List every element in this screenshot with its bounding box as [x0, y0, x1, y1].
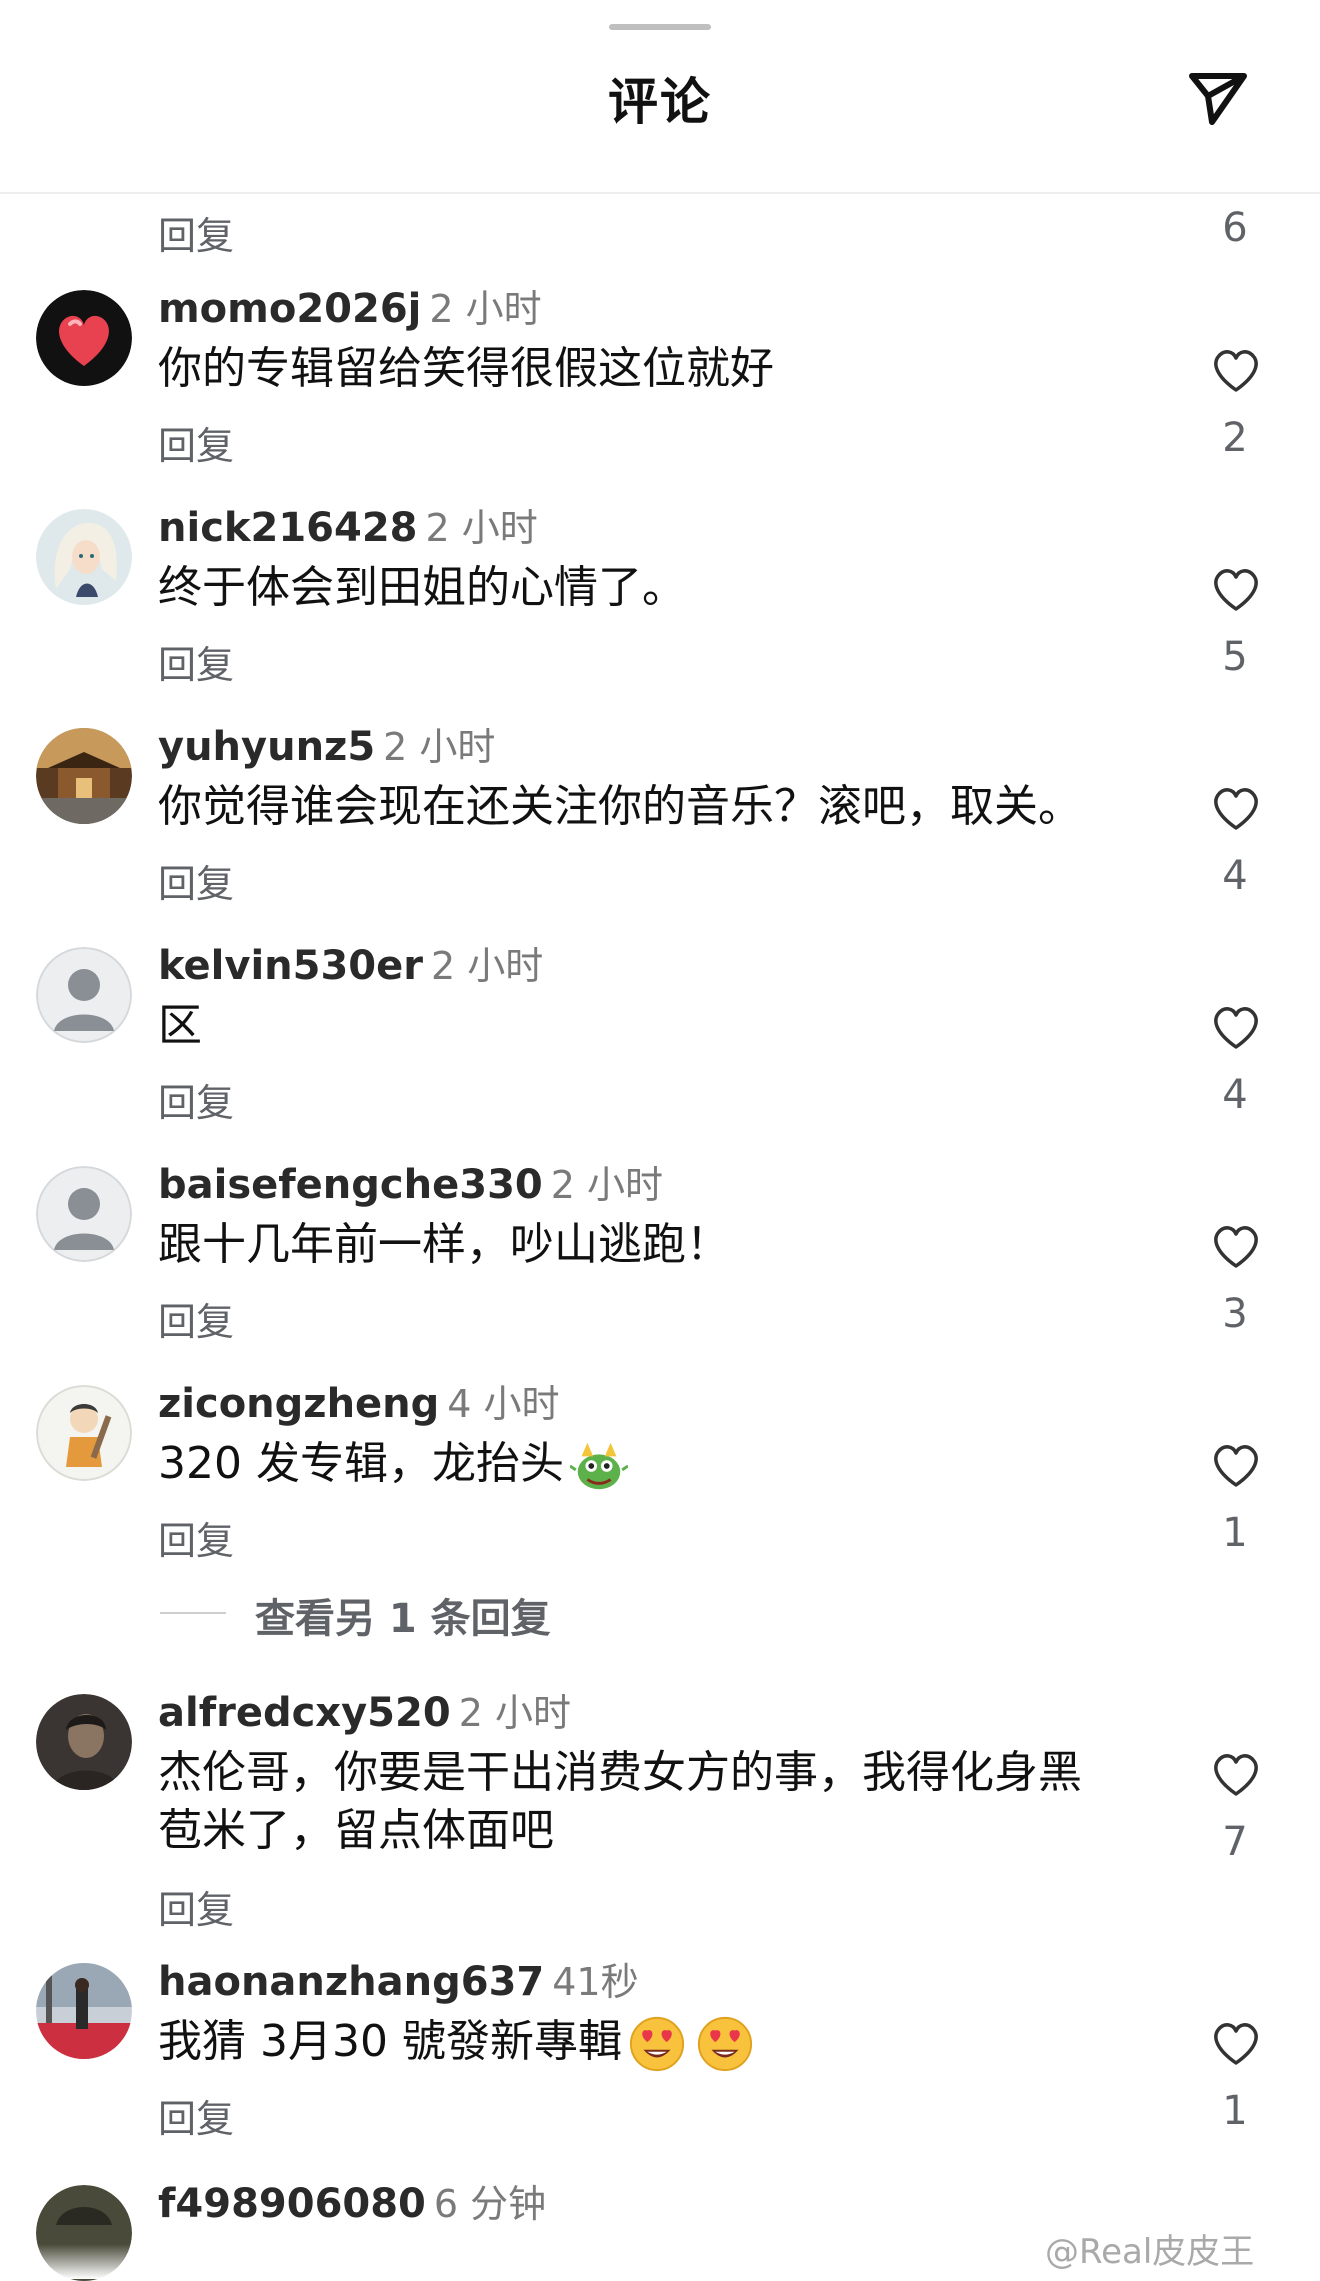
reply-button[interactable]: 回复 — [158, 1510, 234, 1565]
comment-time: 41秒 — [552, 1960, 639, 2004]
reply-button[interactable]: 回复 — [158, 1291, 234, 1346]
reply-button[interactable]: 回复 — [158, 415, 234, 470]
username[interactable]: alfredcxy520 — [158, 1690, 451, 1736]
comments-sheet: 评论 回复 6 momo2026j 2 小时 你的专辑留给笑得很假这位就好 回复 … — [0, 0, 1320, 2281]
username[interactable]: haonanzhang637 — [158, 1959, 544, 2005]
heart-icon[interactable] — [1210, 784, 1262, 832]
temple-photo-avatar[interactable] — [36, 728, 132, 824]
replies-divider-line — [160, 1612, 226, 1614]
heart-icon[interactable] — [1210, 565, 1262, 613]
heart-eyes-emoji — [697, 2016, 753, 2072]
reply-button[interactable]: 回复 — [158, 205, 234, 260]
dark-portrait-avatar[interactable] — [36, 1694, 132, 1790]
comment-time: 2 小时 — [425, 506, 538, 550]
comment-time: 2 小时 — [550, 1163, 663, 1207]
username[interactable]: zicongzheng — [158, 1381, 439, 1427]
red-heart-avatar[interactable] — [36, 290, 132, 386]
heart-icon[interactable] — [1210, 1222, 1262, 1270]
comment-time: 2 小时 — [458, 1691, 571, 1735]
comment-text-content: 我猜 3月30 號發新專輯 — [158, 2016, 622, 2067]
comment-text: 终于体会到田姐的心情了。 — [158, 562, 686, 613]
like-count: 6 — [1222, 205, 1248, 251]
like-count: 4 — [1222, 853, 1248, 899]
like-count: 1 — [1222, 2088, 1248, 2134]
reply-button[interactable]: 回复 — [158, 634, 234, 689]
like-count: 2 — [1222, 415, 1248, 461]
comment-time: 2 小时 — [429, 287, 542, 331]
comment-text: 区 — [158, 1000, 202, 1051]
anime-girl-avatar[interactable] — [36, 509, 132, 605]
comment-time: 6 分钟 — [433, 2182, 547, 2226]
send-icon[interactable] — [1182, 62, 1252, 132]
reply-button[interactable]: 回复 — [158, 1879, 234, 1934]
header-divider — [0, 192, 1320, 194]
default-person-avatar[interactable] — [36, 947, 132, 1043]
reply-button[interactable]: 回复 — [158, 853, 234, 908]
like-count: 1 — [1222, 1510, 1248, 1556]
comment-text: 320 发专辑，龙抬头 — [158, 1435, 1138, 1495]
username[interactable]: baisefengche330 — [158, 1162, 543, 1208]
username[interactable]: f498906080 — [158, 2181, 426, 2227]
comment-text: 你觉得谁会现在还关注你的音乐？滚吧，取关。 — [158, 781, 1082, 832]
heart-icon[interactable] — [1210, 346, 1262, 394]
like-count: 7 — [1222, 1819, 1248, 1865]
like-count: 5 — [1222, 634, 1248, 680]
heart-icon[interactable] — [1210, 2019, 1262, 2067]
comment-text-content: 320 发专辑，龙抬头 — [158, 1438, 564, 1489]
heart-icon[interactable] — [1210, 1441, 1262, 1489]
dragon-emoji — [569, 1442, 628, 1490]
cartoon-caveman-avatar[interactable] — [36, 1385, 132, 1481]
page-title: 评论 — [608, 73, 712, 131]
reply-button[interactable]: 回复 — [158, 2088, 234, 2143]
comment-time: 2 小时 — [383, 725, 496, 769]
username[interactable]: momo2026j — [158, 286, 421, 332]
heart-eyes-emoji — [629, 2016, 685, 2072]
username[interactable]: yuhyunz5 — [158, 724, 375, 770]
street-photo-avatar[interactable] — [36, 1963, 132, 2059]
username[interactable]: kelvin530er — [158, 943, 423, 989]
comment-text: 你的专辑留给笑得很假这位就好 — [158, 343, 774, 394]
like-count: 3 — [1222, 1291, 1248, 1337]
heart-icon[interactable] — [1210, 1750, 1262, 1798]
comment-text: 杰伦哥，你要是干出消费女方的事，我得化身黑苞米了，留点体面吧 — [158, 1747, 1082, 1856]
heart-icon[interactable] — [1210, 1003, 1262, 1051]
reply-button[interactable]: 回复 — [158, 1072, 234, 1127]
weibo-watermark: @Real皮皮王 — [1045, 2232, 1255, 2272]
comment-text: 跟十几年前一样，吵山逃跑！ — [158, 1219, 730, 1270]
comment-time: 2 小时 — [430, 944, 544, 988]
view-more-replies-button[interactable]: 查看另 1 条回复 — [255, 1586, 551, 1644]
drag-handle[interactable] — [609, 24, 711, 30]
comment-text: 我猜 3月30 號發新專輯 — [158, 2013, 1138, 2073]
comment-time: 4 小时 — [447, 1382, 560, 1426]
default-person-avatar[interactable] — [36, 1166, 132, 1262]
username[interactable]: nick216428 — [158, 505, 418, 551]
like-count: 4 — [1222, 1072, 1248, 1118]
